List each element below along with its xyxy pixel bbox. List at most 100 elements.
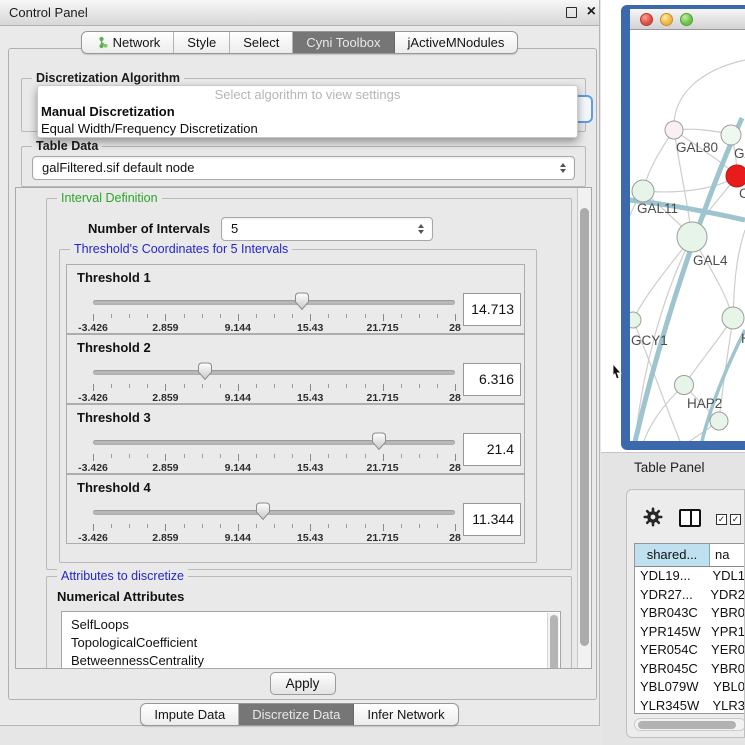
table-panel-header: Table Panel xyxy=(601,453,745,483)
node-selected-red[interactable] xyxy=(726,165,745,187)
tab-select[interactable]: Select xyxy=(230,32,293,53)
node-gal80[interactable] xyxy=(665,121,683,139)
table-panel-area: Table Panel ✓ ✓ shared... na YDL19...YDL… xyxy=(601,452,745,745)
node-h[interactable] xyxy=(722,307,744,329)
threshold-label: Threshold 1 xyxy=(77,270,151,285)
slider-thumb[interactable] xyxy=(197,362,214,381)
node-gcy1[interactable] xyxy=(630,312,641,328)
slider-thumb[interactable] xyxy=(293,292,310,311)
scrollbar-thumb[interactable] xyxy=(550,615,558,669)
column-header-name[interactable]: na xyxy=(710,544,745,566)
number-of-intervals-combobox[interactable]: 5 xyxy=(221,217,433,241)
scrollbar-thumb[interactable] xyxy=(638,721,736,729)
tab-label: Cyni Toolbox xyxy=(306,35,380,50)
node-hap2[interactable] xyxy=(675,376,694,395)
threshold-2-value-field[interactable]: 6.316 xyxy=(463,363,521,396)
list-item-topologicalcoefficient[interactable]: TopologicalCoefficient xyxy=(62,634,560,652)
threshold-3-value-field[interactable]: 21.4 xyxy=(463,433,521,466)
table-horizontal-scrollbar[interactable] xyxy=(634,718,745,731)
table-header-row: shared... na xyxy=(635,544,745,567)
tab-style[interactable]: Style xyxy=(174,32,230,53)
tab-discretize-data[interactable]: Discretize Data xyxy=(239,704,354,725)
threshold-2-slider[interactable] xyxy=(93,361,455,381)
node-ga[interactable] xyxy=(721,125,741,145)
settings-scroll-area: Interval Definition Number of Intervals … xyxy=(15,187,592,669)
slider-scale-labels: -3.4262.8599.14415.4321.71528 xyxy=(93,532,455,544)
slider-thumb[interactable] xyxy=(370,432,387,451)
tab-label: Discretize Data xyxy=(252,707,340,722)
tab-infer-network[interactable]: Infer Network xyxy=(354,704,457,725)
slider-scale-labels: -3.4262.8599.14415.4321.71528 xyxy=(93,462,455,474)
table-data-combobox[interactable]: galFiltered.sif default node xyxy=(32,156,575,180)
table-panel-title: Table Panel xyxy=(634,460,705,475)
tab-label: Impute Data xyxy=(154,707,225,722)
list-item-betweennesscentrality[interactable]: BetweennessCentrality xyxy=(62,652,560,669)
slider-track[interactable] xyxy=(93,300,455,305)
tab-label: Style xyxy=(187,35,216,50)
threshold-label: Threshold 3 xyxy=(77,410,151,425)
checkbox-icon[interactable]: ✓ xyxy=(716,514,727,525)
threshold-1-slider[interactable] xyxy=(93,291,455,311)
threshold-1-value-field[interactable]: 14.713 xyxy=(463,293,521,326)
attributes-to-discretize-group: Attributes to discretize Numerical Attri… xyxy=(46,576,572,669)
threshold-4-value-field[interactable]: 11.344 xyxy=(463,503,521,536)
table-row[interactable]: YBR045CYBR0 xyxy=(635,660,745,679)
thresholds-coordinates-group: Threshold's Coordinates for 5 Intervals … xyxy=(59,249,537,563)
table-row[interactable]: YDL19...YDL1 xyxy=(635,567,745,586)
table-data-group: Table Data galFiltered.sif default node xyxy=(21,146,586,187)
tab-jactivemnodules[interactable]: jActiveMNodules xyxy=(395,32,518,53)
zoom-traffic-light-icon[interactable] xyxy=(680,13,693,26)
interval-definition-group: Interval Definition Number of Intervals … xyxy=(46,198,572,570)
minimize-traffic-light-icon[interactable] xyxy=(660,13,673,26)
threshold-3-panel: Threshold 3 -3.4262.8599.14415.4321.7152… xyxy=(66,404,525,474)
group-title: Table Data xyxy=(32,139,102,153)
list-scrollbar[interactable] xyxy=(547,613,559,669)
split-columns-icon[interactable] xyxy=(679,509,701,527)
settings-gear-icon[interactable] xyxy=(643,507,663,527)
threshold-4-slider[interactable] xyxy=(93,501,455,521)
svg-text:H: H xyxy=(741,331,745,346)
tab-cyni-toolbox[interactable]: Cyni Toolbox xyxy=(293,32,394,53)
table-row[interactable]: YER054CYER0 xyxy=(635,641,745,660)
combobox-arrows-icon xyxy=(418,224,424,234)
threshold-3-slider[interactable] xyxy=(93,431,455,451)
float-window-icon[interactable] xyxy=(566,7,577,18)
slider-scale-labels: -3.4262.8599.14415.4321.71528 xyxy=(93,392,455,404)
column-header-shared-name[interactable]: shared... xyxy=(635,544,710,566)
network-canvas[interactable]: GAL80 GA GAL11 C GAL4 GCY1 H HAP2 xyxy=(630,30,745,441)
group-title: Threshold's Coordinates for 5 Intervals xyxy=(70,242,292,256)
slider-track[interactable] xyxy=(93,370,455,375)
network-graph: GAL80 GA GAL11 C GAL4 GCY1 H HAP2 xyxy=(630,30,745,441)
node-gal11[interactable] xyxy=(632,180,654,202)
settings-vertical-scrollbar[interactable] xyxy=(577,188,591,668)
node-gal4[interactable] xyxy=(677,222,707,252)
table-row[interactable]: YDR27...YDR2 xyxy=(635,586,745,605)
tab-network[interactable]: Network xyxy=(82,32,175,53)
window-title: Control Panel xyxy=(9,5,88,20)
tab-impute-data[interactable]: Impute Data xyxy=(141,704,239,725)
slider-ticks xyxy=(93,454,455,462)
checkbox-icon[interactable]: ✓ xyxy=(730,514,741,525)
apply-button[interactable]: Apply xyxy=(270,672,336,695)
network-graph-icon xyxy=(95,36,108,49)
table-row[interactable]: YBL079WYBL0 xyxy=(635,678,745,697)
node-bottom[interactable] xyxy=(710,412,728,430)
control-panel-tabbar: Network Style Select Cyni Toolbox jActiv… xyxy=(0,31,599,54)
threshold-label: Threshold 2 xyxy=(77,340,151,355)
close-icon[interactable]: × xyxy=(587,3,596,21)
close-traffic-light-icon[interactable] xyxy=(640,13,653,26)
table-row[interactable]: YPR145WYPR1 xyxy=(635,623,745,642)
slider-track[interactable] xyxy=(93,440,455,445)
number-of-intervals-value: 5 xyxy=(231,221,238,236)
svg-text:GAL4: GAL4 xyxy=(693,253,728,268)
network-view-window: GAL80 GA GAL11 C GAL4 GCY1 H HAP2 xyxy=(621,5,745,450)
dropdown-item-manual-discretization[interactable]: Manual Discretization xyxy=(38,103,577,120)
dropdown-item-equal-width-frequency[interactable]: Equal Width/Frequency Discretization xyxy=(38,120,577,137)
table-row[interactable]: YLR345WYLR3 xyxy=(635,697,745,715)
slider-track[interactable] xyxy=(93,510,455,515)
table-row[interactable]: YBR043CYBR0 xyxy=(635,604,745,623)
list-item-selfloops[interactable]: SelfLoops xyxy=(62,616,560,634)
slider-thumb[interactable] xyxy=(255,502,272,521)
threshold-1-panel: Threshold 1 -3.4262.8599.14415.4321.7152… xyxy=(66,264,525,334)
scrollbar-thumb[interactable] xyxy=(580,208,589,646)
